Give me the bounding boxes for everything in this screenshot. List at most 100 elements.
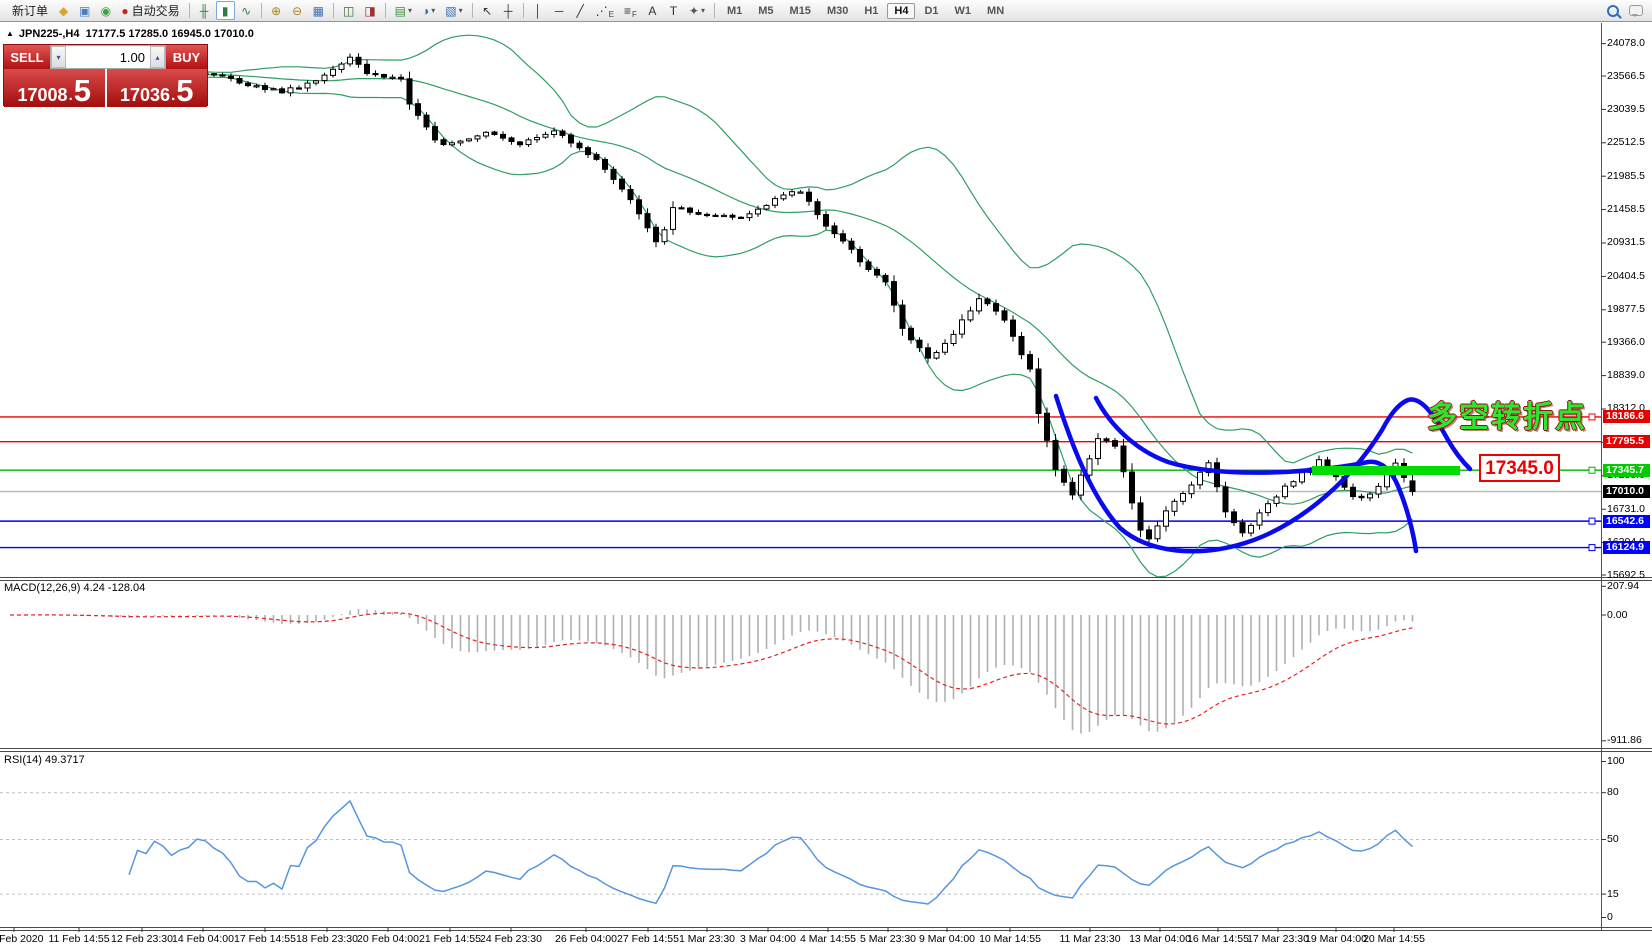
profiles-icon-icon: ◨: [364, 5, 375, 17]
horizontal-line-tool-button[interactable]: ─: [550, 1, 569, 20]
price-axis-tick: 15692.5: [1607, 569, 1645, 581]
bar-chart-icon-button[interactable]: ╫: [195, 1, 214, 20]
timeframe-w1-button[interactable]: W1: [948, 3, 979, 19]
template-selector-button[interactable]: ▧▾: [441, 1, 466, 20]
profiles-icon-button[interactable]: ◨: [360, 1, 379, 20]
zoom-in-icon-button[interactable]: ⊕: [267, 1, 286, 20]
data-window-icon-button[interactable]: ▣: [75, 1, 94, 20]
buy-price-pip: 5: [176, 78, 193, 104]
vertical-line-tool-icon: │: [534, 5, 542, 17]
channel-tool-icon: ⋰: [596, 5, 608, 17]
toolbar-separator: [189, 3, 190, 18]
toolbar-separator: [261, 3, 262, 18]
timeframe-mn-button[interactable]: MN: [980, 3, 1011, 19]
buy-price-display[interactable]: 17036.5: [107, 69, 208, 107]
chart-title: ▲ JPN225-,H4 17177.5 17285.0 16945.0 1701…: [6, 28, 254, 40]
text-tool-icon: A: [648, 5, 656, 17]
channel-tool-button-sub: E: [609, 10, 614, 19]
cursor-tool-icon: ↖: [482, 5, 492, 17]
chat-button[interactable]: [1625, 1, 1647, 20]
signals-icon-button[interactable]: ◉: [96, 1, 115, 20]
data-window-icon-icon: ▣: [79, 5, 90, 17]
text-tool-button[interactable]: A: [643, 1, 662, 20]
fibonacci-tool-button[interactable]: ≡F: [620, 1, 641, 20]
sell-price-display[interactable]: 17008.5: [4, 69, 105, 107]
time-axis-label: 11 Feb 14:55: [48, 933, 109, 945]
symbol-ohlc: 17177.5 17285.0 16945.0 17010.0: [86, 28, 254, 40]
symbol-name: JPN225-,H4: [19, 28, 80, 40]
label-tool-button[interactable]: T: [664, 1, 683, 20]
macd-axis-tick: 0.00: [1607, 609, 1627, 621]
time-axis-label: 21 Feb 14:55: [419, 933, 481, 945]
market-watch-icon-button[interactable]: ◆: [54, 1, 73, 20]
timeframe-m15-button[interactable]: M15: [783, 3, 818, 19]
volume-decrease-button[interactable]: ▾: [51, 46, 66, 68]
volume-input[interactable]: 1.00: [66, 46, 150, 68]
rsi-axis-tick: 100: [1607, 755, 1625, 767]
add-indicator-button[interactable]: ▤▾: [391, 1, 416, 20]
timeframe-d1-button[interactable]: D1: [917, 3, 945, 19]
crosshair-tool-button[interactable]: ┼: [499, 1, 518, 20]
vertical-line-tool-button[interactable]: │: [529, 1, 548, 20]
toolbar-separator: [523, 3, 524, 18]
trendline-tool-button[interactable]: ╱: [571, 1, 590, 20]
time-axis-label: 1 Mar 23:30: [679, 933, 735, 945]
toolbar-separator: [385, 3, 386, 18]
market-watch-icon-icon: ◆: [59, 5, 68, 17]
volume-increase-button[interactable]: ▴: [150, 46, 165, 68]
price-level-label: 18186.6: [1603, 410, 1650, 423]
timeframe-m1-button[interactable]: M1: [720, 3, 749, 19]
price-callout-box[interactable]: 17345.0: [1479, 454, 1560, 482]
macd-axis-tick: 207.94: [1607, 580, 1639, 592]
autotrade-button[interactable]: ●自动交易: [117, 1, 183, 20]
turning-point-annotation[interactable]: 多空转折点: [1427, 392, 1587, 436]
chevron-down-icon: ▾: [408, 6, 412, 15]
chevron-down-icon: ▾: [431, 6, 435, 15]
timeframe-h1-button[interactable]: H1: [857, 3, 885, 19]
shapes-dropdown-icon: ✦: [689, 5, 699, 17]
chart-overlays: ▲ JPN225-,H4 17177.5 17285.0 16945.0 1701…: [0, 0, 1652, 946]
price-axis-tick: 18839.0: [1607, 369, 1645, 381]
price-axis-tick: 19877.5: [1607, 303, 1645, 315]
toolbar-separator: [714, 3, 715, 18]
shapes-dropdown-button[interactable]: ✦▾: [685, 1, 709, 20]
zoom-out-icon-button[interactable]: ⊖: [288, 1, 307, 20]
new-order-button[interactable]: 新订单: [5, 1, 52, 20]
time-axis-label: 5 Mar 23:30: [860, 933, 916, 945]
zoom-out-icon-icon: ⊖: [292, 5, 302, 17]
buy-button[interactable]: BUY: [166, 45, 207, 69]
autotrade-button-label: 自动交易: [132, 2, 180, 19]
time-axis-label: 16 Mar 14:55: [1187, 933, 1249, 945]
tile-windows-icon-button[interactable]: ▦: [309, 1, 328, 20]
price-level-label: 17345.7: [1603, 464, 1650, 477]
search-button[interactable]: [1603, 1, 1623, 20]
add-indicator-icon: ▤: [395, 5, 406, 17]
price-level-label: 17795.5: [1603, 435, 1650, 448]
line-chart-icon-button[interactable]: ∿: [237, 1, 256, 20]
timeframe-group: M1M5M15M30H1H4D1W1MN: [719, 3, 1012, 19]
bar-chart-icon-icon: ╫: [200, 5, 209, 17]
period-selector-button[interactable]: ◑▾: [418, 1, 439, 20]
chat-icon: [1629, 5, 1643, 16]
sell-button[interactable]: SELL: [4, 45, 50, 69]
time-axis-label: 11 Mar 23:30: [1059, 933, 1120, 945]
time-axis-label: 13 Mar 04:00: [1129, 933, 1191, 945]
timeframe-m5-button[interactable]: M5: [751, 3, 780, 19]
channel-tool-button[interactable]: ⋰E: [592, 1, 618, 20]
trendline-tool-icon: ╱: [577, 5, 584, 17]
rsi-axis-tick: 80: [1607, 786, 1619, 798]
timeframe-m30-button[interactable]: M30: [820, 3, 855, 19]
price-axis-tick: 22512.5: [1607, 136, 1645, 148]
candlestick-chart-icon-button[interactable]: ▮: [216, 1, 235, 20]
time-axis-label: 20 Feb 04:00: [357, 933, 419, 945]
line-chart-icon-icon: ∿: [241, 5, 251, 17]
new-chart-icon-button[interactable]: ◫: [339, 1, 358, 20]
timeframe-h4-button[interactable]: H4: [887, 3, 915, 19]
price-axis-tick: 21458.5: [1607, 203, 1645, 215]
cursor-tool-button[interactable]: ↖: [478, 1, 497, 20]
price-level-label: 16124.9: [1603, 541, 1650, 554]
collapse-marker-icon[interactable]: ▲: [6, 29, 14, 38]
new-chart-icon-icon: ◫: [343, 5, 354, 17]
price-axis-tick: 20404.5: [1607, 270, 1645, 282]
label-tool-icon: T: [670, 5, 677, 17]
